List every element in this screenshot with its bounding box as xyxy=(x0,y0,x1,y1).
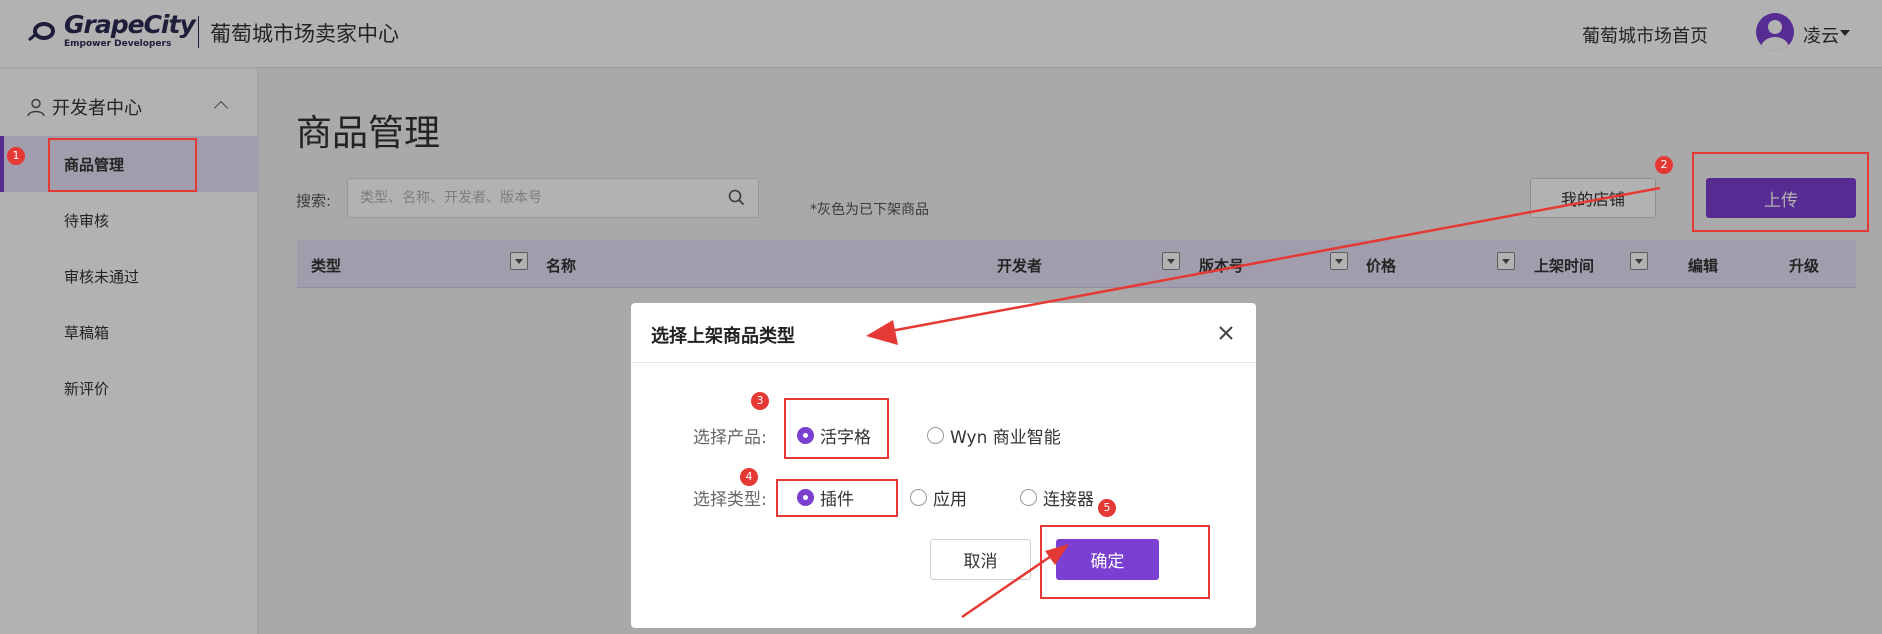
annotation-arrows xyxy=(866,186,1661,619)
annotation-arrow-to-confirm xyxy=(961,544,1069,619)
annotation-arrow-upload-to-dialog xyxy=(866,186,1661,345)
